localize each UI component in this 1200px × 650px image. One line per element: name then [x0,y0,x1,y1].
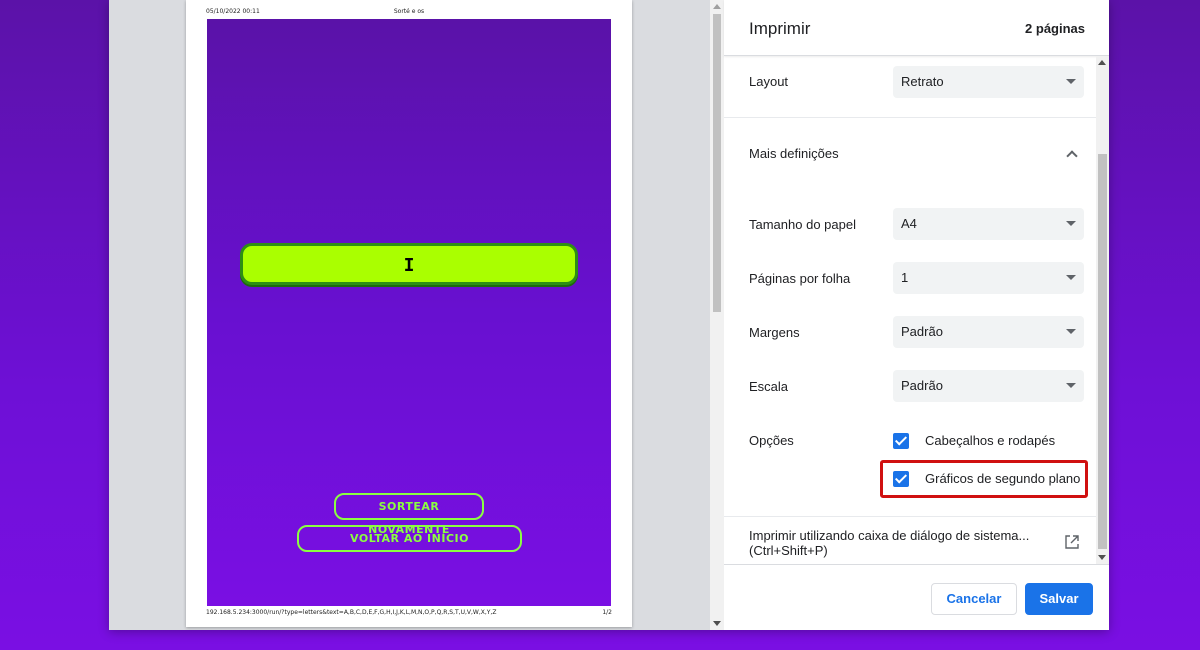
margins-value: Padrão [901,324,943,339]
pages-per-sheet-label: Páginas por folha [749,271,851,286]
more-settings-toggle[interactable]: Mais definições [749,146,839,161]
chevron-up-icon[interactable] [1066,150,1078,162]
settings-scrollbar[interactable] [1096,56,1109,564]
paper-size-value: A4 [901,216,917,231]
cancel-button[interactable]: Cancelar [931,583,1017,615]
save-button[interactable]: Salvar [1025,583,1093,615]
layout-select[interactable]: Retrato [893,66,1084,98]
chevron-down-icon [1066,275,1076,280]
layout-value: Retrato [901,74,944,89]
pages-per-sheet-value: 1 [901,270,909,285]
background-graphics-label[interactable]: Gráficos de segundo plano [925,471,1080,486]
options-label: Opções [749,433,794,448]
scale-select[interactable]: Padrão [893,370,1084,402]
settings-header: Imprimir 2 páginas [724,0,1109,56]
print-dialog: 05/10/2022 00:11 Sorté e os I SORTEAR NO… [109,0,1109,630]
print-title: Imprimir [749,19,811,38]
headers-footers-checkbox[interactable] [893,433,909,449]
divider [724,516,1096,517]
page-count: 2 páginas [1025,21,1085,36]
preview-scrollbar[interactable] [710,0,724,630]
margins-label: Margens [749,325,800,340]
open-external-icon[interactable] [1065,535,1079,549]
draw-again-button: SORTEAR NOVAMENTE [334,493,484,536]
settings-body: Layout Retrato Mais definições Tamanho d… [724,56,1096,564]
divider [724,117,1096,118]
print-preview-area: 05/10/2022 00:11 Sorté e os I SORTEAR NO… [109,0,710,630]
chevron-down-icon [1066,383,1076,388]
paper-size-label: Tamanho do papel [749,217,856,232]
chevron-down-icon [1066,329,1076,334]
headers-footers-label[interactable]: Cabeçalhos e rodapés [925,433,1055,448]
scale-label: Escala [749,379,789,394]
scroll-thumb[interactable] [713,14,721,312]
page-footer: 192.168.5.234:3000/run/?type=letters&tex… [206,609,612,618]
result-bar: I [240,243,578,285]
result-letter: I [403,255,415,276]
scroll-down-arrow[interactable] [713,621,721,626]
scale-value: Padrão [901,378,943,393]
scroll-up-arrow[interactable] [713,4,721,9]
scroll-up-arrow[interactable] [1098,60,1106,65]
chevron-down-icon [1066,221,1076,226]
settings-footer: Cancelar Salvar [724,564,1109,630]
scroll-thumb[interactable] [1098,154,1107,549]
paper-size-select[interactable]: A4 [893,208,1084,240]
page-content: I SORTEAR NOVAMENTE VOLTAR AO INÍCIO [207,19,611,606]
scroll-down-arrow[interactable] [1098,555,1106,560]
page-header-title: Sorté e os [393,8,425,15]
pages-per-sheet-select[interactable]: 1 [893,262,1084,294]
system-dialog-link[interactable]: Imprimir utilizando caixa de diálogo de … [749,528,1049,558]
margins-select[interactable]: Padrão [893,316,1084,348]
background-graphics-checkbox[interactable] [893,471,909,487]
back-home-button: VOLTAR AO INÍCIO [297,525,522,552]
page-footer-url: 192.168.5.234:3000/run/?type=letters&tex… [206,609,497,616]
chevron-down-icon [1066,79,1076,84]
page-header: 05/10/2022 00:11 Sorté e os [206,8,612,17]
page-footer-number: 1/2 [602,609,612,616]
settings-panel: Imprimir 2 páginas Layout Retrato Mais d… [724,0,1109,630]
preview-page: 05/10/2022 00:11 Sorté e os I SORTEAR NO… [186,0,632,627]
layout-label: Layout [749,74,789,89]
